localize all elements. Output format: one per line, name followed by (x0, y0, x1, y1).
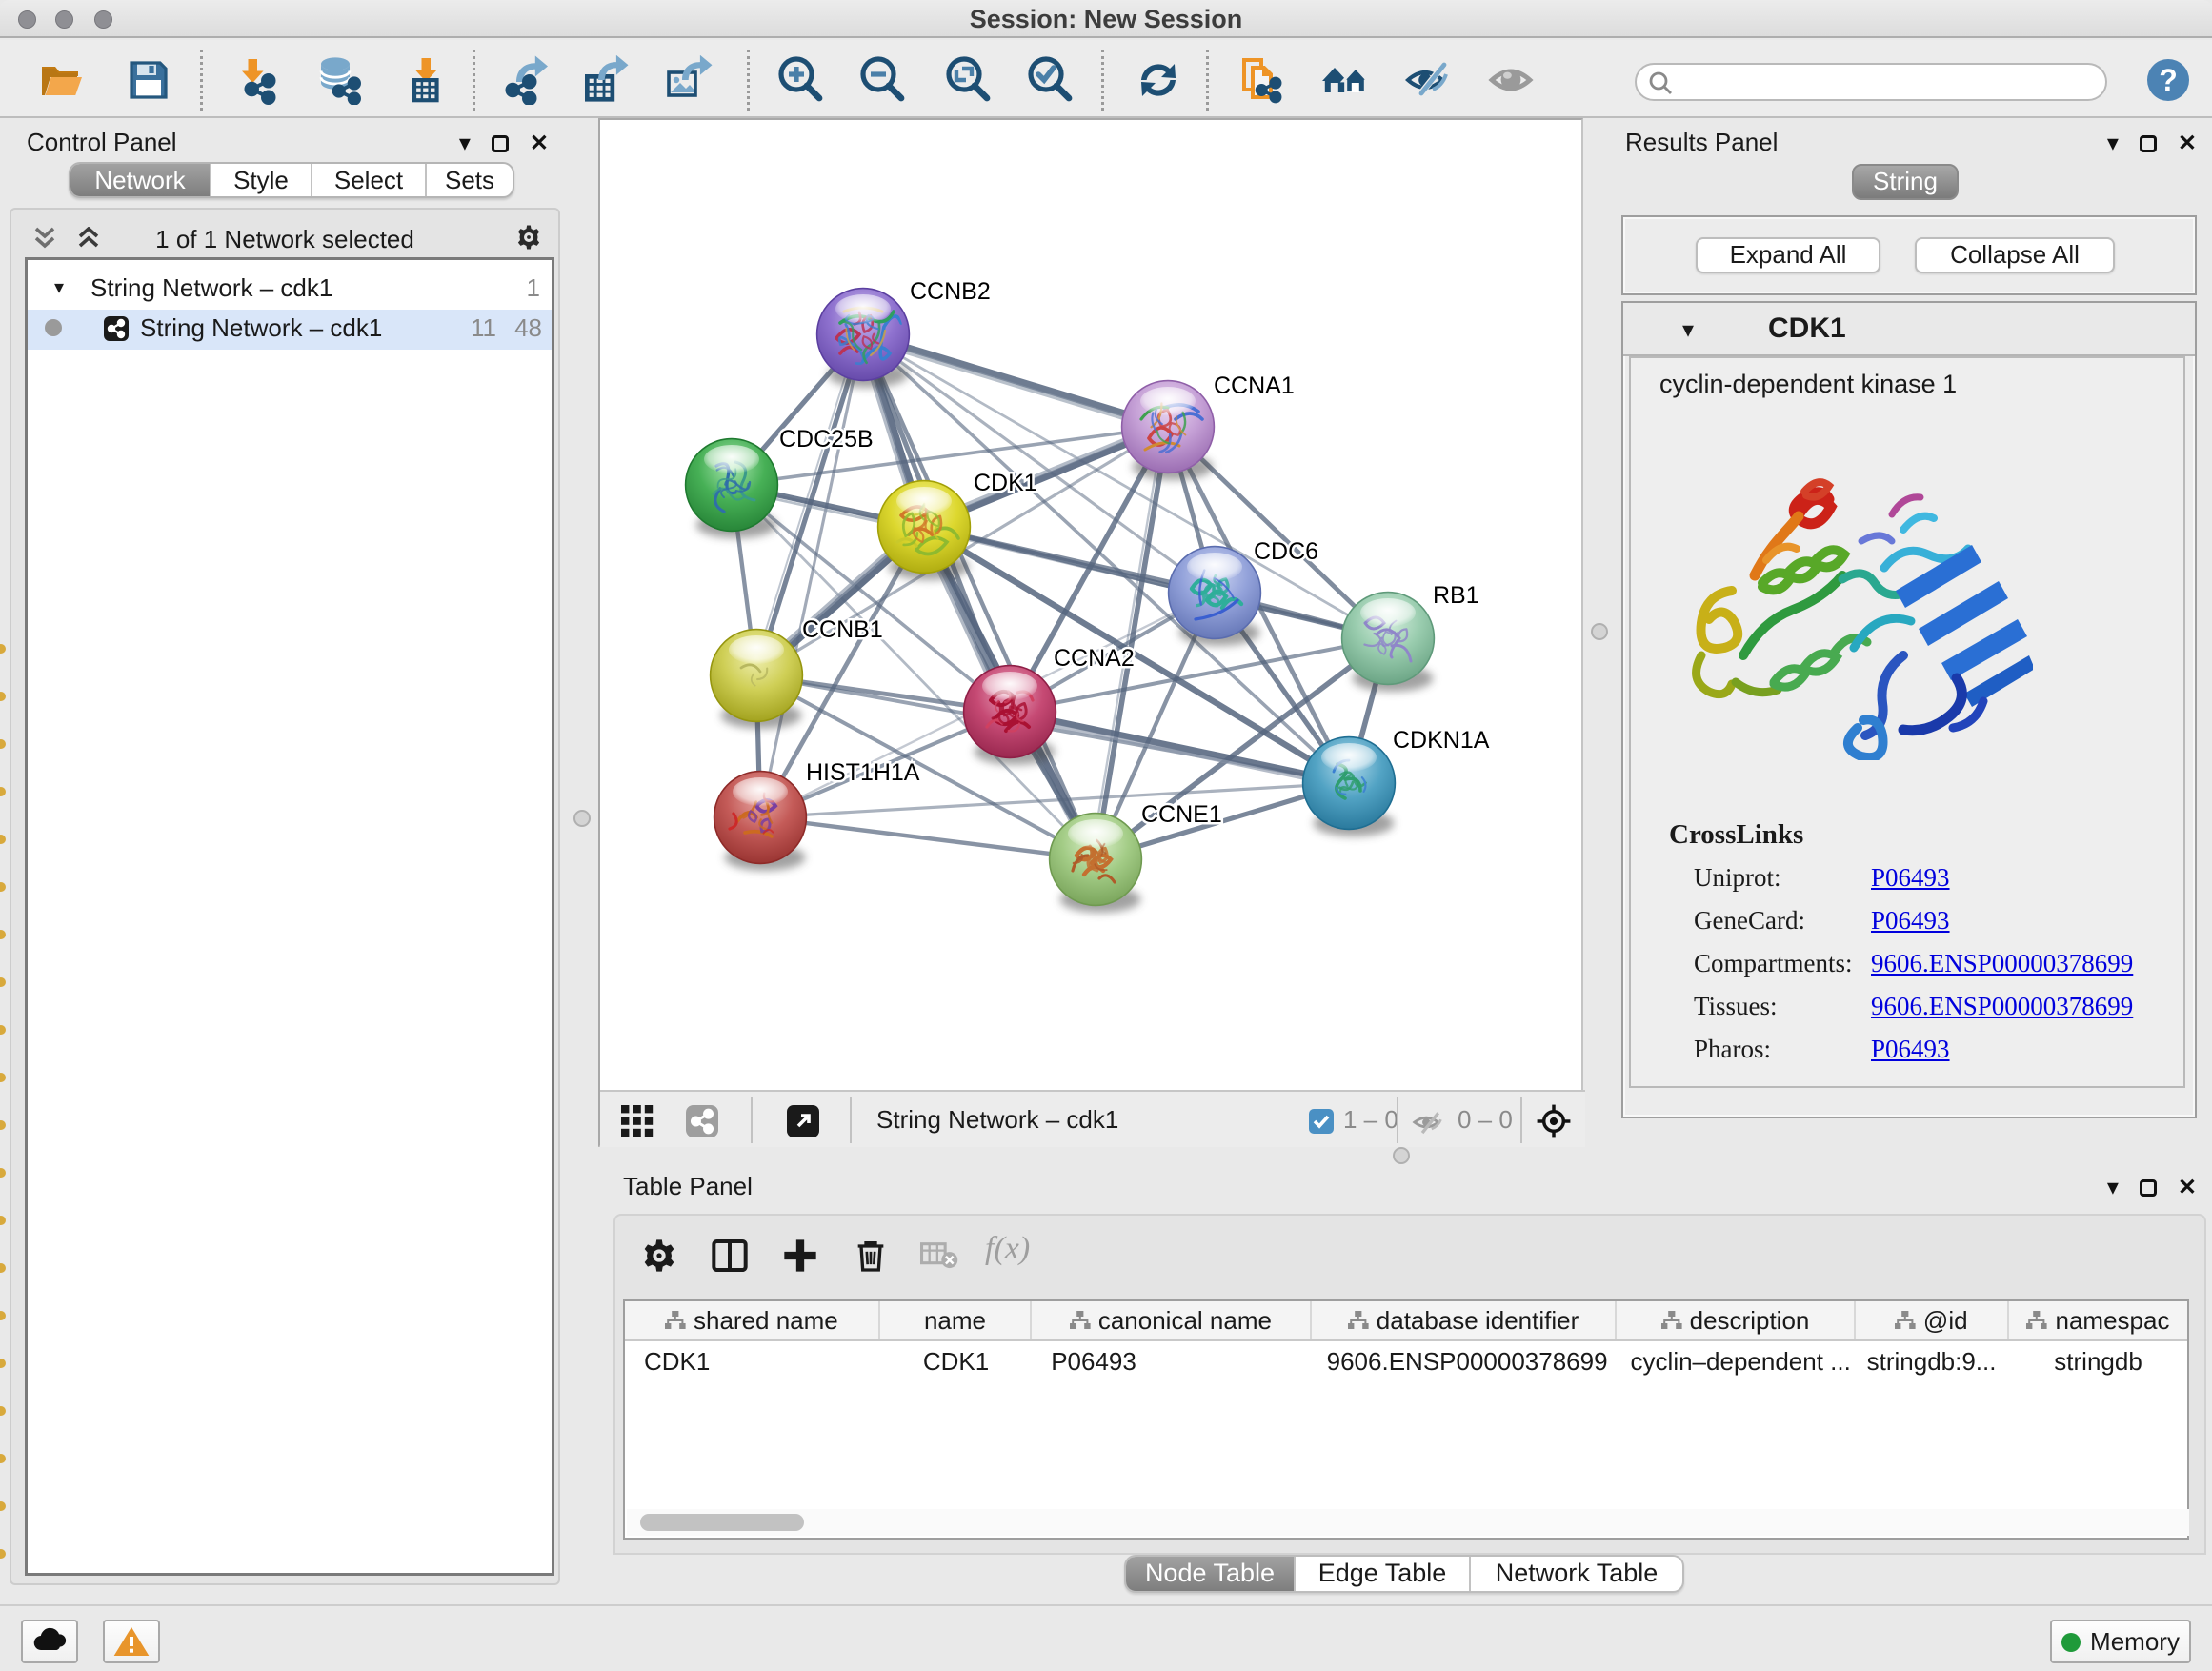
svg-text:CDC25B: CDC25B (779, 426, 874, 453)
svg-text:CDK1: CDK1 (974, 470, 1037, 496)
svg-text:?: ? (2159, 63, 2178, 97)
svg-text:CCNA1: CCNA1 (1214, 372, 1295, 399)
svg-text:CCNB1: CCNB1 (802, 616, 883, 643)
svg-text:CDC6: CDC6 (1254, 538, 1318, 565)
svg-text:CCNB2: CCNB2 (910, 278, 991, 305)
svg-text:HIST1H1A: HIST1H1A (806, 759, 920, 786)
svg-text:CCNA2: CCNA2 (1054, 645, 1135, 672)
svg-text:CDKN1A: CDKN1A (1393, 727, 1490, 754)
svg-text:RB1: RB1 (1433, 582, 1479, 609)
svg-text:CCNE1: CCNE1 (1141, 801, 1222, 828)
